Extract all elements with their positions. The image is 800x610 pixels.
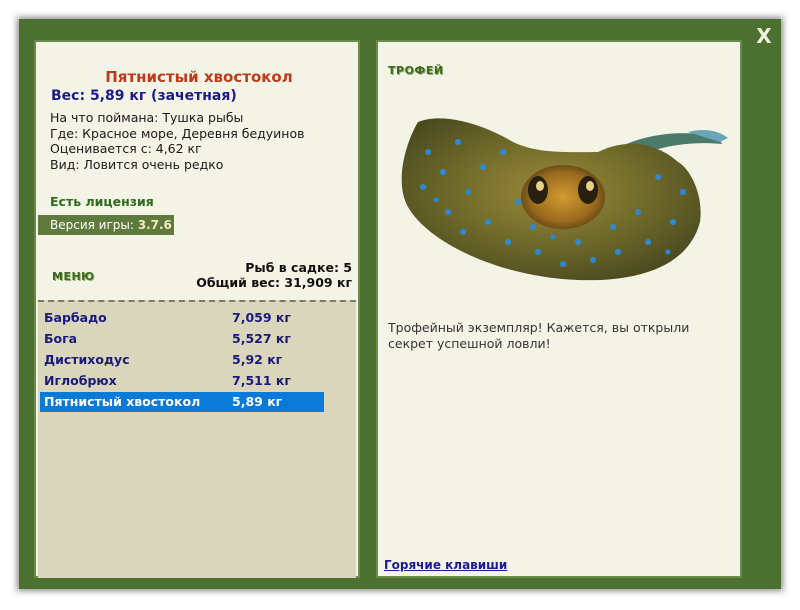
- fish-place: Где: Красное море, Деревня бедуинов: [50, 126, 305, 141]
- license-status: Есть лицензия: [50, 194, 154, 209]
- list-item-name: Дистиходус: [44, 352, 130, 367]
- stingray-image: [401, 118, 728, 281]
- list-item-name: Барбадо: [44, 310, 107, 325]
- list-item[interactable]: Дистиходус 5,92 кг: [40, 350, 324, 370]
- cage-total-weight: Общий вес: 31,909 кг: [196, 275, 352, 290]
- trophy-panel: ТРОФЕЙ Трофейный экземпляр! Кажется, вы …: [376, 40, 742, 578]
- fish-name: Пятнистый хвостокол: [105, 68, 293, 86]
- list-item[interactable]: Бога 5,527 кг: [40, 329, 324, 349]
- trophy-description: Трофейный экземпляр! Кажется, вы открыли…: [388, 320, 690, 351]
- fish-list: Барбадо 7,059 кг Бога 5,527 кг Дистиходу…: [38, 300, 356, 578]
- fish-info-panel: Пятнистый хвостокол Вес: 5,89 кг (зачетн…: [34, 40, 360, 578]
- list-item-weight: 5,92 кг: [232, 352, 283, 367]
- trophy-title: ТРОФЕЙ: [388, 64, 444, 77]
- list-item-name: Иглобрюх: [44, 373, 117, 388]
- version-value: 3.7.6: [137, 218, 172, 232]
- list-item-selected[interactable]: Пятнистый хвостокол 5,89 кг: [40, 392, 324, 412]
- list-item-weight: 7,059 кг: [232, 310, 291, 325]
- list-item[interactable]: Барбадо 7,059 кг: [40, 308, 324, 328]
- list-item-weight: 5,527 кг: [232, 331, 291, 346]
- cage-summary: Рыб в садке: 5 Общий вес: 31,909 кг: [196, 260, 352, 290]
- close-icon[interactable]: X: [752, 25, 776, 47]
- fish-rating: Оценивается с: 4,62 кг: [50, 141, 202, 156]
- list-item-weight: 7,511 кг: [232, 373, 291, 388]
- hotkeys-link[interactable]: Горячие клавиши: [384, 558, 507, 572]
- fish-rarity: Вид: Ловится очень редко: [50, 157, 224, 172]
- fish-bait: На что поймана: Тушка рыбы: [50, 110, 244, 125]
- menu-title: МЕНЮ: [52, 270, 95, 283]
- list-item-name: Пятнистый хвостокол: [44, 394, 201, 409]
- version-label: Версия игры:: [50, 218, 134, 232]
- fish-weight: Вес: 5,89 кг (зачетная): [51, 88, 237, 104]
- cage-count: Рыб в садке: 5: [245, 260, 352, 275]
- list-item[interactable]: Иглобрюх 7,511 кг: [40, 371, 324, 391]
- list-item-weight: 5,89 кг: [232, 394, 283, 409]
- game-version: Версия игры: 3.7.6: [38, 215, 174, 235]
- list-item-name: Бога: [44, 331, 78, 346]
